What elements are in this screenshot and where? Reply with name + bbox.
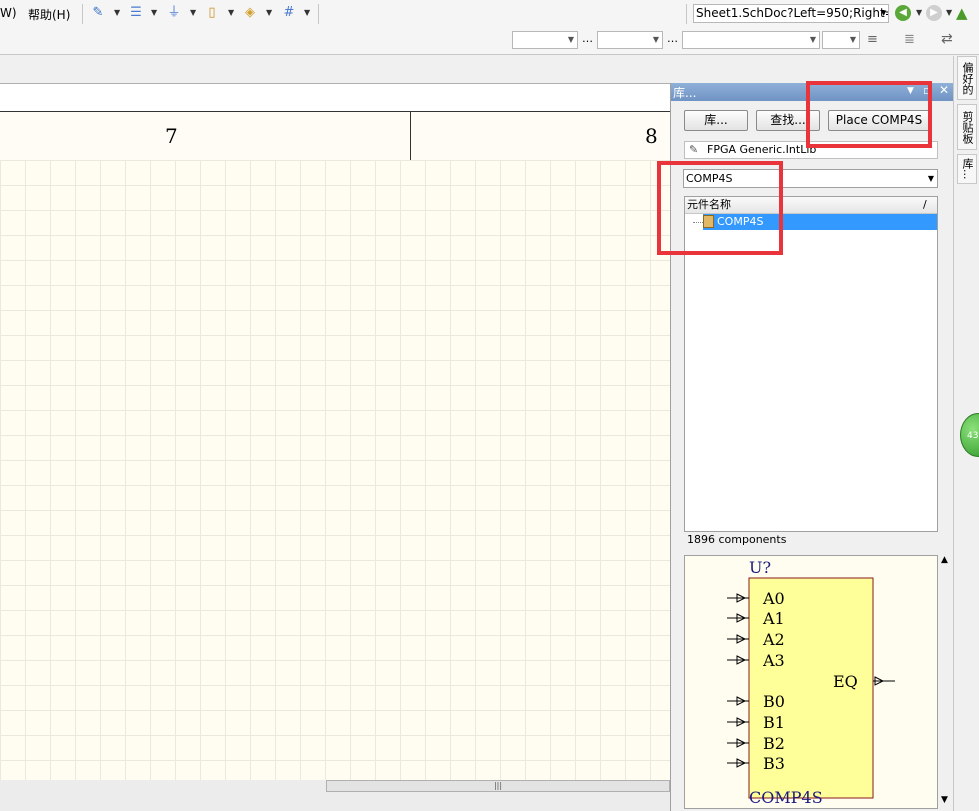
home-icon[interactable]: ▲ (956, 4, 968, 22)
pin-label: B3 (763, 754, 785, 773)
filter-combo[interactable]: ▼ (822, 31, 860, 49)
main-toolbar: W) 帮助(H) ✎ ▼ ☰ ▼ ⏚ ▼ ▯ ▼ ◈ ▼ # ▼ Sheet1.… (0, 0, 979, 29)
highlight-box (806, 81, 932, 148)
chevron-down-icon[interactable]: ▼ (946, 8, 952, 17)
chevron-down-icon[interactable]: ▼ (941, 795, 948, 805)
scrollbar-thumb[interactable]: ||| (326, 780, 670, 792)
toolbar-separator (318, 4, 319, 24)
ground-icon[interactable]: ⏚ (166, 5, 182, 21)
distribute-icon[interactable]: ≣ (904, 32, 915, 47)
pin-label: A1 (762, 609, 785, 628)
port-icon[interactable]: ◈ (242, 5, 258, 21)
filter-combo[interactable]: ▼ (682, 31, 820, 49)
chevron-down-icon[interactable]: ▼ (881, 9, 886, 17)
pin-label: A2 (762, 630, 785, 649)
chevron-up-icon[interactable]: ▲ (941, 555, 948, 565)
filter-combo[interactable]: ▼ (597, 31, 663, 49)
toolbar-separator (686, 4, 687, 24)
sheet-border-zones: 7 8 (0, 111, 670, 161)
comment-label: COMP4S (749, 788, 823, 807)
document-combo[interactable]: Sheet1.SchDoc?Left=950;Right= (693, 4, 889, 23)
component-preview: U? A0 A1 A2 A3 B0 B1 B2 B3 EQ COMP4S (684, 555, 938, 809)
back-icon[interactable]: ◀ (895, 5, 911, 21)
dock-tab-clipboard[interactable]: 剪贴板 (957, 104, 977, 150)
chevron-down-icon[interactable]: ▼ (266, 8, 272, 17)
chevron-down-icon[interactable]: ▼ (228, 8, 234, 17)
chevron-down-icon[interactable]: ▼ (916, 8, 922, 17)
preview-scrollbar[interactable]: ▲ ▼ (938, 555, 952, 809)
menu-item-help[interactable]: 帮助(H) (28, 6, 70, 23)
dock-tab-favorites[interactable]: 偏好的 (957, 56, 977, 100)
sort-indicator: / (923, 198, 927, 211)
library-icon: ✎ (689, 143, 699, 156)
close-icon[interactable]: ✕ (939, 83, 949, 97)
menu-item-window[interactable]: W) (0, 6, 17, 20)
swap-icon[interactable]: ⇄ (941, 31, 953, 47)
horizontal-scrollbar[interactable]: ||| (0, 780, 670, 811)
pin-label: B1 (763, 713, 785, 732)
chevron-down-icon[interactable]: ▼ (190, 8, 196, 17)
dock-tab-libraries[interactable]: 库... (957, 154, 977, 184)
toolbar-separator (82, 4, 83, 24)
ellipsis-icon: … (667, 32, 678, 45)
grid-icon[interactable]: # (281, 5, 297, 21)
designator-label: U? (749, 558, 771, 577)
pin-label: A3 (762, 651, 785, 670)
document-combo-value: Sheet1.SchDoc?Left=950;Right= (696, 6, 889, 20)
component-count: 1896 components (687, 533, 787, 546)
highlight-box (657, 161, 783, 255)
symbol-preview: U? A0A1 A2 A3 B0 B1 B2B3 EQ COMP4S (727, 558, 895, 807)
align-icon[interactable]: ≡ (867, 32, 878, 47)
chevron-down-icon[interactable]: ▼ (151, 8, 157, 17)
ellipsis-icon: … (582, 32, 593, 45)
pin-label: EQ (833, 672, 858, 691)
zone-label: 7 (165, 124, 178, 148)
wire-tool-icon[interactable]: ✎ (90, 5, 106, 21)
libraries-button[interactable]: 库... (684, 110, 748, 131)
pin-label: B0 (763, 692, 785, 711)
panel-title: 库... (673, 86, 697, 100)
pin-label: A0 (762, 589, 785, 608)
library-select-value: FPGA Generic.IntLib (707, 143, 817, 156)
chevron-down-icon[interactable]: ▼ (114, 8, 120, 17)
chevron-down-icon[interactable]: ▼ (304, 8, 310, 17)
chevron-down-icon[interactable]: ▼ (928, 170, 934, 187)
filter-combo[interactable]: ▼ (512, 31, 578, 49)
zone-divider (410, 112, 411, 160)
bus-icon[interactable]: ☰ (128, 5, 144, 21)
schematic-canvas[interactable] (0, 160, 670, 780)
sheet-top-strip (0, 83, 670, 112)
zone-label: 8 (645, 124, 658, 148)
forward-icon[interactable]: ▶ (926, 5, 942, 21)
pin-label: B2 (763, 734, 785, 753)
secondary-toolbar: ▼ … ▼ … ▼ ▼ ≡ ≣ ⇄ (0, 28, 979, 55)
part-icon[interactable]: ▯ (204, 5, 220, 21)
